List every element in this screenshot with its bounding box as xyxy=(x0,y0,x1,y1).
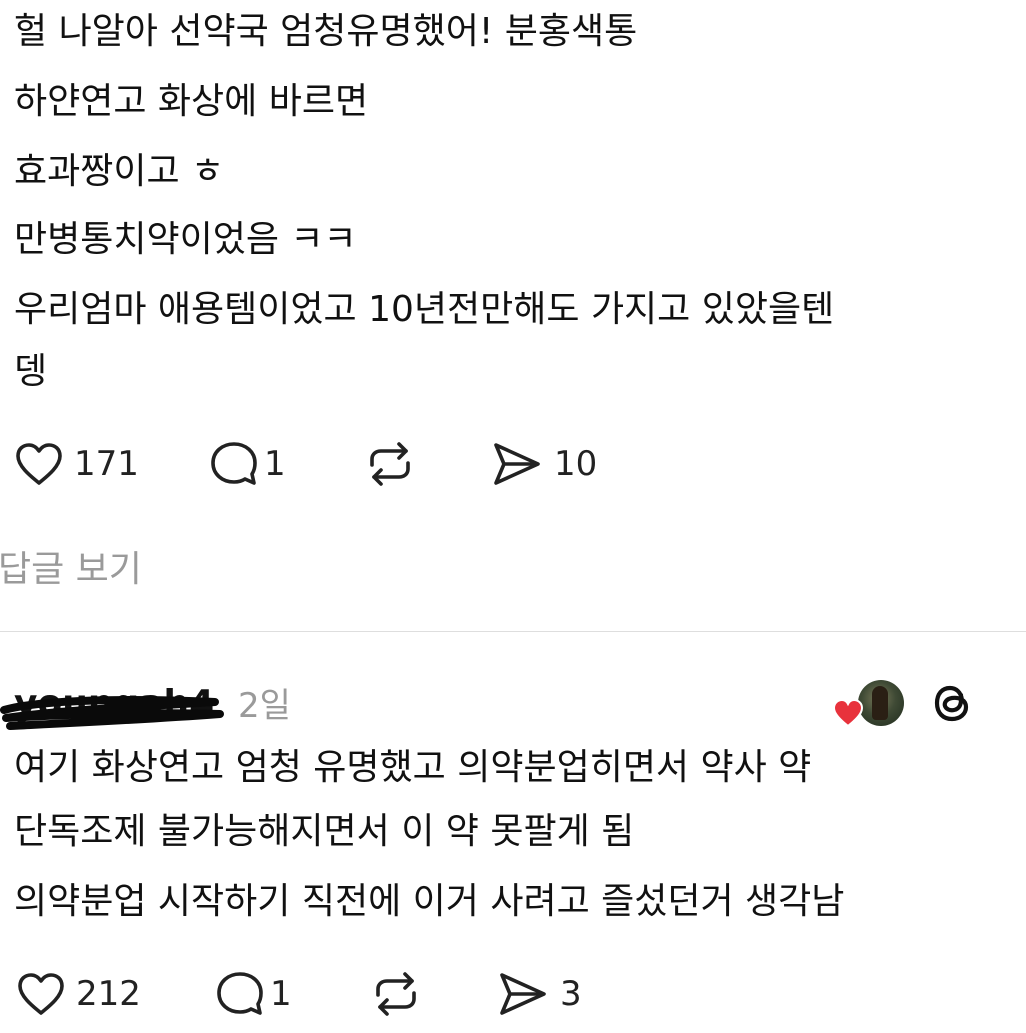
like-button[interactable]: 212 xyxy=(16,966,141,1022)
username-link[interactable]: youngah4 xyxy=(0,676,230,736)
repost-icon xyxy=(370,442,410,486)
reply-icon xyxy=(217,972,263,1015)
post-text-line: 하얀연고 화상에 바르면 xyxy=(14,81,369,122)
reply-count: 1 xyxy=(270,974,292,1014)
timestamp: 2일 xyxy=(238,686,291,726)
threads-icon[interactable] xyxy=(928,678,976,728)
author-liked-avatar[interactable] xyxy=(858,680,904,726)
like-button[interactable]: 171 xyxy=(14,436,139,492)
post-text-line: 우리엄마 애용템이었고 10년전만해도 가지고 있았을텐 xyxy=(14,289,835,330)
heart-icon xyxy=(16,443,62,485)
action-bar: 212 1 3 xyxy=(0,966,700,1022)
post-text-line: 만병통치약이었음 ㅋㅋ xyxy=(14,219,357,260)
share-count: 3 xyxy=(560,974,582,1014)
divider xyxy=(0,631,1026,632)
post-text-line: 의약분업 시작하기 직전에 이거 사려고 즐섰던거 생각남 xyxy=(14,881,845,922)
post-text-line: 뎅 xyxy=(14,351,48,392)
share-icon xyxy=(494,443,540,485)
post-text-line: 단독조제 불가능해지면서 이 약 못팔게 됨 xyxy=(14,811,635,852)
post-text-line: 효과짱이고 ㅎ xyxy=(14,151,225,192)
reply-button[interactable]: 1 xyxy=(214,966,292,1022)
repost-button[interactable] xyxy=(364,436,426,492)
share-icon xyxy=(500,973,546,1015)
action-bar: 171 1 10 xyxy=(0,436,700,492)
like-count: 212 xyxy=(76,974,141,1014)
reply-count: 1 xyxy=(264,444,286,484)
like-count: 171 xyxy=(74,444,139,484)
share-count: 10 xyxy=(554,444,598,484)
post-text-line: 헐 나알아 선약국 엄청유명했어! 분홍색통 xyxy=(14,11,638,52)
post-text-line: 여기 화상연고 엄청 유명했고 의약분업히면서 약사 약 xyxy=(14,747,812,788)
heart-icon xyxy=(18,973,64,1015)
repost-button[interactable] xyxy=(370,966,432,1022)
heart-badge-icon xyxy=(832,698,864,728)
share-button[interactable]: 3 xyxy=(496,966,582,1022)
post-header: youngah4 2일 xyxy=(0,676,1026,736)
reply-icon xyxy=(211,442,257,485)
redaction-scribble xyxy=(0,696,224,730)
repost-icon xyxy=(376,972,416,1016)
reply-button[interactable]: 1 xyxy=(208,436,286,492)
share-button[interactable]: 10 xyxy=(490,436,597,492)
view-replies-link[interactable]: 답글 보기 xyxy=(0,544,142,596)
